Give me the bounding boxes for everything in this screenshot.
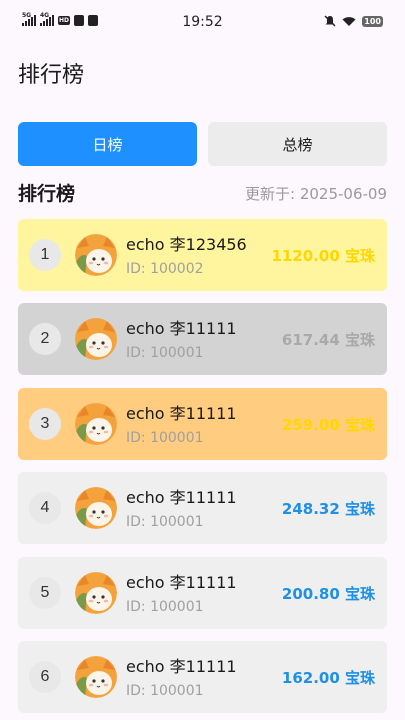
wifi-icon bbox=[342, 16, 356, 26]
avatar bbox=[75, 487, 117, 530]
score: 259.00 宝珠 bbox=[281, 415, 375, 434]
page-title: 排行榜 bbox=[18, 63, 85, 88]
rank-badge: 3 bbox=[29, 407, 61, 440]
score: 1120.00 宝珠 bbox=[271, 247, 375, 265]
avatar bbox=[75, 234, 117, 276]
status-right: 100 bbox=[324, 15, 383, 27]
avatar bbox=[75, 402, 117, 445]
cat-avatar-icon bbox=[75, 571, 117, 614]
cat-avatar-icon bbox=[75, 234, 117, 276]
score: 248.32 宝珠 bbox=[281, 500, 375, 519]
rank-badge: 5 bbox=[29, 576, 61, 609]
tab-daily[interactable]: 日榜 bbox=[18, 122, 197, 166]
avatar bbox=[75, 655, 117, 698]
cat-avatar-icon bbox=[75, 318, 117, 361]
avatar bbox=[75, 571, 117, 614]
user-name: echo 李123456 bbox=[126, 235, 247, 254]
user-id: ID: 100001 bbox=[126, 514, 204, 531]
user-id: ID: 100001 bbox=[126, 429, 204, 446]
leaderboard-row[interactable]: 3 echo 李11111 ID: 100001 259.00 宝珠 bbox=[18, 387, 387, 460]
leaderboard-row[interactable]: 1 echo 李123456 ID: 100002 1120.00 宝珠 bbox=[18, 219, 387, 291]
tab-bar: 日榜 总榜 bbox=[18, 122, 387, 166]
updated-timestamp: 更新于: 2025-06-09 bbox=[245, 185, 387, 203]
mute-icon bbox=[324, 15, 336, 27]
cat-avatar-icon bbox=[75, 402, 117, 445]
tab-total[interactable]: 总榜 bbox=[208, 122, 387, 166]
user-name: echo 李11111 bbox=[126, 656, 237, 676]
user-name: echo 李11111 bbox=[126, 403, 237, 423]
leaderboard-row[interactable]: 5 echo 李11111 ID: 100001 200.80 宝珠 bbox=[18, 556, 387, 629]
score: 617.44 宝珠 bbox=[281, 331, 375, 350]
leaderboard-row[interactable]: 6 echo 李11111 ID: 100001 162.00 宝珠 bbox=[18, 640, 387, 713]
rank-badge: 4 bbox=[29, 492, 61, 525]
cat-avatar-icon bbox=[75, 655, 117, 698]
avatar bbox=[75, 318, 117, 361]
rank-badge: 6 bbox=[29, 660, 61, 693]
user-name: echo 李11111 bbox=[126, 319, 237, 339]
status-bar: 5G 4G HD 19:52 100 bbox=[0, 0, 405, 46]
rank-badge: 2 bbox=[29, 323, 61, 356]
leaderboard-list: 1 echo 李123456 ID: 100002 1120.00 宝珠 2 e… bbox=[18, 219, 387, 720]
battery-icon: 100 bbox=[362, 15, 383, 27]
rank-badge: 1 bbox=[29, 239, 61, 271]
user-id: ID: 100001 bbox=[126, 682, 204, 699]
user-name: echo 李11111 bbox=[126, 572, 237, 592]
cat-avatar-icon bbox=[75, 487, 117, 530]
user-id: ID: 100001 bbox=[126, 598, 204, 615]
score: 200.80 宝珠 bbox=[281, 584, 375, 603]
user-name: echo 李11111 bbox=[126, 488, 237, 508]
user-id: ID: 100001 bbox=[126, 345, 204, 362]
leaderboard-row[interactable]: 4 echo 李11111 ID: 100001 248.32 宝珠 bbox=[18, 472, 387, 545]
section-title: 排行榜 bbox=[18, 183, 76, 205]
user-id: ID: 100002 bbox=[126, 261, 204, 277]
score: 162.00 宝珠 bbox=[281, 668, 375, 687]
leaderboard-row[interactable]: 2 echo 李11111 ID: 100001 617.44 宝珠 bbox=[18, 303, 387, 376]
